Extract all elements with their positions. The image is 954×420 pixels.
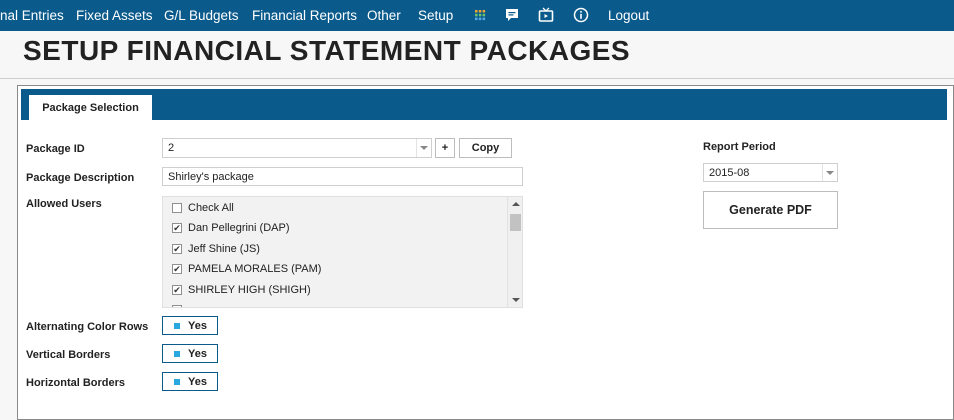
- grid-icon[interactable]: [472, 7, 488, 23]
- package-description-label: Package Description: [26, 172, 135, 184]
- alternating-color-rows-label: Alternating Color Rows: [26, 321, 149, 333]
- package-id-value: 2: [168, 142, 175, 154]
- nav-setup[interactable]: Setup: [418, 8, 453, 23]
- vertical-borders-toggle[interactable]: Yes: [162, 344, 218, 363]
- chevron-down-icon: [416, 139, 431, 157]
- user-label: Jeff Shine (JS): [188, 243, 260, 255]
- report-period-select[interactable]: 2015-08: [703, 163, 838, 182]
- checkbox-unchecked[interactable]: [172, 203, 182, 213]
- list-scrollbar[interactable]: [507, 197, 522, 307]
- horizontal-borders-label: Horizontal Borders: [26, 377, 126, 389]
- checkbox-checked[interactable]: ✔: [172, 285, 182, 295]
- toggle-value: Yes: [188, 347, 207, 360]
- user-item[interactable]: ✔ PAMELA MORALES (PAM): [172, 261, 321, 277]
- chat-icon[interactable]: [504, 7, 520, 23]
- info-icon[interactable]: [573, 7, 589, 23]
- report-period-value: 2015-08: [709, 166, 750, 179]
- check-all-label: Check All: [188, 202, 234, 214]
- user-item-partial[interactable]: [172, 302, 188, 307]
- allowed-users-list[interactable]: Check All ✔ Dan Pellegrini (DAP) ✔ Jeff …: [162, 196, 523, 308]
- nav-fixed-assets[interactable]: Fixed Assets: [76, 8, 153, 23]
- report-period-label: Report Period: [703, 141, 776, 153]
- package-id-label: Package ID: [26, 143, 85, 155]
- add-package-button[interactable]: +: [435, 138, 455, 158]
- user-item[interactable]: ✔ Jeff Shine (JS): [172, 241, 260, 257]
- user-label: SHIRLEY HIGH (SHIGH): [188, 284, 311, 296]
- checkbox-unchecked[interactable]: [172, 305, 182, 307]
- nav-gl-budgets[interactable]: G/L Budgets: [164, 8, 239, 23]
- toggle-indicator: [174, 350, 180, 357]
- allowed-users-label: Allowed Users: [26, 198, 102, 210]
- checkbox-checked[interactable]: ✔: [172, 244, 182, 254]
- tab-package-selection[interactable]: Package Selection: [29, 95, 152, 120]
- checkbox-checked[interactable]: ✔: [172, 264, 182, 274]
- scroll-down-icon[interactable]: [512, 298, 520, 302]
- toggle-indicator: [174, 378, 180, 385]
- tv-icon[interactable]: [538, 7, 554, 23]
- user-item[interactable]: ✔ SHIRLEY HIGH (SHIGH): [172, 282, 311, 298]
- package-panel: Package Selection Package ID 2 + Copy Pa…: [17, 85, 954, 420]
- top-navigation: nal Entries Fixed Assets G/L Budgets Fin…: [0, 0, 954, 31]
- scroll-up-icon[interactable]: [512, 202, 520, 206]
- nav-journal-entries[interactable]: nal Entries: [0, 8, 64, 23]
- tab-bar: Package Selection: [21, 89, 947, 120]
- generate-pdf-button[interactable]: Generate PDF: [703, 191, 838, 229]
- user-item[interactable]: ✔ Dan Pellegrini (DAP): [172, 220, 289, 236]
- alternating-color-rows-toggle[interactable]: Yes: [162, 316, 218, 335]
- vertical-borders-label: Vertical Borders: [26, 349, 111, 361]
- nav-financial-reports[interactable]: Financial Reports: [252, 8, 357, 23]
- horizontal-borders-toggle[interactable]: Yes: [162, 372, 218, 391]
- nav-logout[interactable]: Logout: [608, 8, 649, 23]
- user-label: PAMELA MORALES (PAM): [188, 263, 322, 275]
- nav-other[interactable]: Other: [367, 8, 401, 23]
- checkbox-checked[interactable]: ✔: [172, 223, 182, 233]
- divider: [0, 78, 954, 79]
- check-all-item[interactable]: Check All: [172, 200, 234, 216]
- user-label: Dan Pellegrini (DAP): [188, 222, 290, 234]
- chevron-down-icon: [822, 164, 837, 181]
- toggle-value: Yes: [188, 375, 207, 388]
- package-description-value: Shirley's package: [168, 170, 254, 183]
- toggle-value: Yes: [188, 319, 207, 332]
- package-description-input[interactable]: Shirley's package: [162, 167, 523, 186]
- toggle-indicator: [174, 322, 180, 329]
- copy-button[interactable]: Copy: [459, 138, 512, 158]
- scroll-thumb[interactable]: [510, 214, 521, 231]
- package-id-select[interactable]: 2: [162, 138, 432, 158]
- page-title: SETUP FINANCIAL STATEMENT PACKAGES: [23, 35, 631, 66]
